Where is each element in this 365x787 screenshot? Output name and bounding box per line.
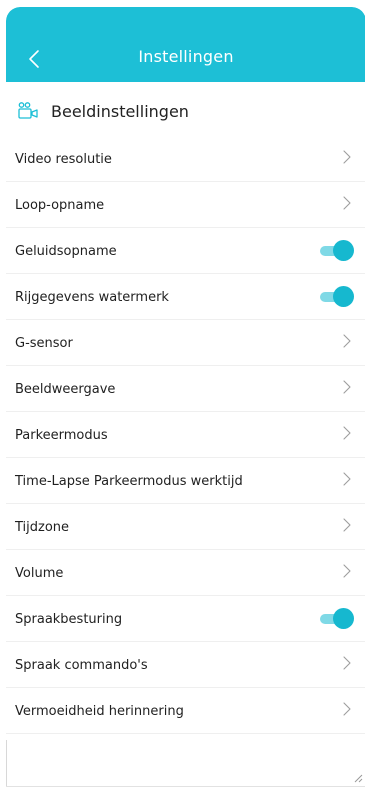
settings-row[interactable]: Rijgegevens watermerk bbox=[6, 274, 365, 320]
page-title: Instellingen bbox=[138, 47, 234, 66]
chevron-right-icon bbox=[343, 380, 351, 394]
settings-row-label: Beeldweergave bbox=[15, 382, 116, 397]
settings-row-label: G-sensor bbox=[15, 336, 73, 351]
settings-row-label: Geluidsopname bbox=[15, 244, 117, 259]
settings-row-label: Rijgegevens watermerk bbox=[15, 290, 169, 305]
settings-row[interactable]: Loop-opname bbox=[6, 182, 365, 228]
chevron-right-icon bbox=[343, 196, 351, 210]
settings-row[interactable]: Parkeermodus bbox=[6, 412, 365, 458]
toggle-knob bbox=[333, 286, 354, 307]
app-header: Instellingen bbox=[6, 7, 365, 82]
settings-row-label: Volume bbox=[15, 566, 64, 581]
toggle-knob bbox=[333, 240, 354, 261]
settings-list: Video resolutie Loop-opname Geluidsopname R… bbox=[6, 136, 365, 734]
chevron-right-icon bbox=[343, 656, 351, 670]
resize-handle-icon bbox=[354, 774, 363, 783]
settings-row[interactable]: Beeldweergave bbox=[6, 366, 365, 412]
camera-settings-icon bbox=[18, 102, 38, 119]
settings-row[interactable]: Spraak commando's bbox=[6, 642, 365, 688]
settings-row[interactable]: Spraakbesturing bbox=[6, 596, 365, 642]
settings-row-label: Loop-opname bbox=[15, 198, 105, 213]
chevron-right-icon bbox=[343, 426, 351, 440]
settings-row[interactable]: Volume bbox=[6, 550, 365, 596]
settings-row-label: Video resolutie bbox=[15, 152, 112, 167]
settings-row[interactable]: G-sensor bbox=[6, 320, 365, 366]
chevron-right-icon bbox=[343, 334, 351, 348]
settings-row-label: Vermoeidheid herinnering bbox=[15, 704, 184, 719]
section-header: Beeldinstellingen bbox=[6, 82, 365, 136]
toggle-knob bbox=[333, 608, 354, 629]
settings-row[interactable]: Tijdzone bbox=[6, 504, 365, 550]
section-title: Beeldinstellingen bbox=[51, 102, 189, 121]
chevron-right-icon bbox=[343, 702, 351, 716]
toggle-switch[interactable] bbox=[320, 285, 354, 307]
frame-edge bbox=[6, 740, 7, 787]
settings-row[interactable]: Vermoeidheid herinnering bbox=[6, 688, 365, 734]
chevron-right-icon bbox=[343, 472, 351, 486]
chevron-right-icon bbox=[343, 564, 351, 578]
settings-row-label: Spraak commando's bbox=[15, 658, 148, 673]
settings-row-label: Spraakbesturing bbox=[15, 612, 123, 627]
settings-row-label: Tijdzone bbox=[15, 520, 70, 535]
chevron-right-icon bbox=[343, 518, 351, 532]
chevron-right-icon bbox=[343, 150, 351, 164]
settings-row[interactable]: Video resolutie bbox=[6, 136, 365, 182]
settings-row[interactable]: Geluidsopname bbox=[6, 228, 365, 274]
settings-row[interactable]: Time-Lapse Parkeermodus werktijd bbox=[6, 458, 365, 504]
toggle-switch[interactable] bbox=[320, 607, 354, 629]
settings-row-label: Time-Lapse Parkeermodus werktijd bbox=[15, 474, 243, 489]
phone-screen: Instellingen Beeldinstellingen Video res… bbox=[6, 7, 365, 787]
toggle-switch[interactable] bbox=[320, 239, 354, 261]
settings-row-label: Parkeermodus bbox=[15, 428, 108, 443]
